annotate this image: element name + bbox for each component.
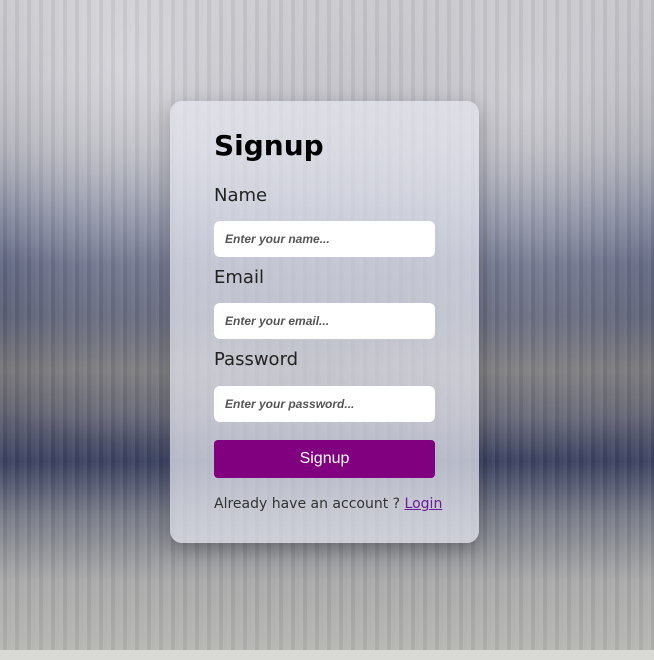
signup-card: Signup Name Email Password Signup Alread… <box>170 101 479 543</box>
name-input[interactable] <box>214 221 435 257</box>
form-title: Signup <box>214 129 324 162</box>
login-prompt-text: Already have an account ? <box>214 496 405 512</box>
password-label: Password <box>214 349 299 370</box>
password-input[interactable] <box>214 386 435 422</box>
email-label: Email <box>214 267 264 288</box>
signup-button[interactable]: Signup <box>214 440 435 478</box>
login-link[interactable]: Login <box>405 496 443 512</box>
email-input[interactable] <box>214 303 435 339</box>
page-bottom-strip <box>0 650 654 660</box>
login-prompt: Already have an account ? Login <box>214 496 442 512</box>
name-label: Name <box>214 185 268 206</box>
